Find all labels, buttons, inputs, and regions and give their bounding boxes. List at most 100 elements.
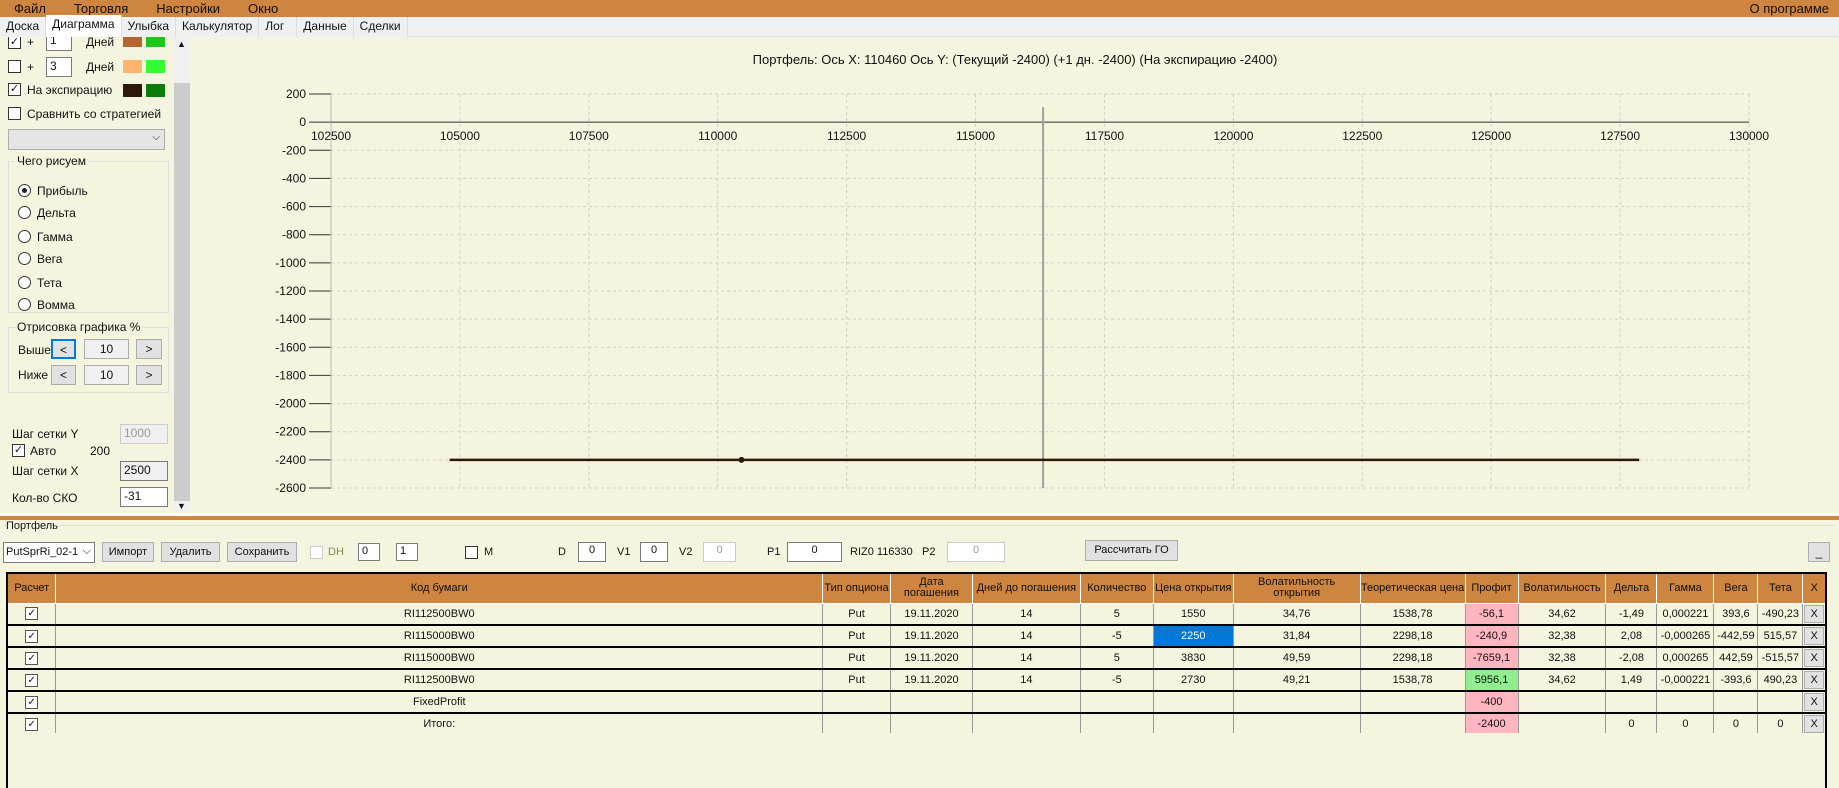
cell-col-11[interactable]: 2,08 xyxy=(1605,625,1658,648)
cell-col-1[interactable]: RI112500BW0 xyxy=(55,603,824,626)
tab-calculator[interactable]: Калькулятор xyxy=(176,17,260,37)
cell-col-4[interactable]: 14 xyxy=(972,669,1081,692)
cell-col-3[interactable] xyxy=(890,691,973,714)
import-button[interactable]: Импорт xyxy=(102,542,154,562)
cell-col-14[interactable]: -515,57 xyxy=(1757,647,1804,670)
plus3-day-checkbox[interactable] xyxy=(8,60,21,73)
cell-col-2[interactable]: Put xyxy=(822,603,891,626)
cell-col-1[interactable]: RI112500BW0 xyxy=(55,669,824,692)
cell-col-9[interactable]: -7659,1 xyxy=(1465,647,1519,670)
cell-col-14[interactable]: 515,57 xyxy=(1757,625,1804,648)
remove-row-button[interactable]: X xyxy=(1804,693,1825,711)
cell-col-11[interactable]: -2,08 xyxy=(1605,647,1658,670)
calc-checkbox-cell[interactable]: ✓ xyxy=(7,603,57,626)
cell-col-2[interactable]: Put xyxy=(822,625,891,648)
cell-col-10[interactable]: 34,62 xyxy=(1518,603,1607,626)
table-row[interactable]: ✓ RI112500BW0 Put 19.11.2020 14 -5 2730 49,21 15… xyxy=(7,669,1827,692)
table-row[interactable]: ✓ RI115000BW0 Put 19.11.2020 14 -5 2250 31,84 22… xyxy=(7,625,1827,648)
table-row[interactable]: ✓ RI112500BW0 Put 19.11.2020 14 5 1550 34,76 153… xyxy=(7,603,1827,626)
calc-checkbox-cell[interactable]: ✓ xyxy=(7,691,57,714)
column-header[interactable]: Волатильность открытия xyxy=(1232,572,1361,604)
cell-col-8[interactable]: 2298,18 xyxy=(1360,647,1466,670)
color-swatch[interactable] xyxy=(146,37,165,47)
menu-trade[interactable]: Торговля xyxy=(60,1,142,16)
cell-col-10[interactable]: 34,62 xyxy=(1518,669,1607,692)
remove-row-button[interactable]: X xyxy=(1804,604,1825,623)
cell-col-13[interactable]: -393,6 xyxy=(1713,669,1759,692)
column-header[interactable]: Дней до погашения xyxy=(971,572,1081,604)
cell-col-11[interactable] xyxy=(1605,691,1658,714)
cell-col-12[interactable]: -0,000265 xyxy=(1656,625,1715,648)
cell-col-1[interactable]: RI115000BW0 xyxy=(55,625,824,648)
cell-col-1[interactable]: Итого: xyxy=(55,713,824,736)
cell-col-7[interactable] xyxy=(1233,691,1361,714)
cell-col-6[interactable]: 1550 xyxy=(1153,603,1234,626)
cell-col-7[interactable]: 34,76 xyxy=(1233,603,1361,626)
scroll-down-icon[interactable]: ▼ xyxy=(177,501,186,511)
cell-col-7[interactable]: 49,59 xyxy=(1233,647,1361,670)
minimize-button[interactable]: _ xyxy=(1808,542,1830,562)
cell-col-10[interactable]: 32,38 xyxy=(1518,647,1607,670)
cell-col-9[interactable]: -240,9 xyxy=(1465,625,1519,648)
remove-row-button[interactable]: X xyxy=(1804,649,1825,667)
cell-col-2[interactable]: Put xyxy=(822,669,891,692)
days1-input[interactable]: 1 xyxy=(46,37,72,51)
cell-col-5[interactable]: -5 xyxy=(1080,669,1154,692)
cell-col-8[interactable]: 1538,78 xyxy=(1360,603,1466,626)
cell-col-4[interactable] xyxy=(972,691,1081,714)
cell-col-8[interactable] xyxy=(1360,713,1466,736)
cell-col-6[interactable]: 3830 xyxy=(1153,647,1234,670)
cell-col-5[interactable]: 5 xyxy=(1080,603,1154,626)
cell-col-7[interactable]: 49,21 xyxy=(1233,669,1361,692)
cell-col-2[interactable] xyxy=(822,691,891,714)
tab-diagram[interactable]: Диаграмма xyxy=(46,15,122,37)
column-header[interactable]: Тип опциона xyxy=(822,572,891,604)
calc-checkbox[interactable]: ✓ xyxy=(25,607,39,621)
column-header[interactable]: Гамма xyxy=(1656,572,1715,604)
table-row[interactable]: ✓ Итого: -2400 0 0 0 0 X xyxy=(7,713,1827,736)
menu-window[interactable]: Окно xyxy=(234,1,292,16)
strategy-compare-combo[interactable]: ⌵ xyxy=(8,129,165,150)
radio-0[interactable] xyxy=(18,184,31,197)
cell-col-13[interactable]: 393,6 xyxy=(1713,603,1759,626)
cell-col-4[interactable]: 14 xyxy=(972,625,1081,648)
cell-col-9[interactable]: -400 xyxy=(1465,691,1519,714)
settings-scrollbar[interactable]: ▲ ▼ xyxy=(174,37,190,513)
radio-2[interactable] xyxy=(18,230,31,243)
cell-col-13[interactable]: -442,59 xyxy=(1713,625,1759,648)
cell-col-14[interactable]: -490,23 xyxy=(1757,603,1804,626)
panel-splitter[interactable] xyxy=(0,513,1839,520)
cell-col-10[interactable]: 32,38 xyxy=(1518,625,1607,648)
profit-chart[interactable]: Портфель: Ось X: 110460 Ось Y: (Текущий … xyxy=(190,37,1839,513)
v2-input[interactable]: 0 xyxy=(703,542,736,562)
cell-col-12[interactable]: 0,000221 xyxy=(1656,603,1715,626)
color-swatch[interactable] xyxy=(146,84,165,97)
calc-checkbox-cell[interactable]: ✓ xyxy=(7,625,57,648)
remove-row-button[interactable]: X xyxy=(1804,671,1825,689)
strategy-select[interactable]: PutSprRi_02-1 ⌵ xyxy=(3,542,95,563)
cell-col-8[interactable]: 1538,78 xyxy=(1360,669,1466,692)
p2-input[interactable]: 0 xyxy=(947,542,1005,562)
compare-checkbox[interactable] xyxy=(8,107,21,120)
cell-col-14[interactable] xyxy=(1757,691,1804,714)
scroll-up-icon[interactable]: ▲ xyxy=(177,39,186,49)
cell-col-10[interactable] xyxy=(1518,691,1607,714)
column-header[interactable]: Вега xyxy=(1713,572,1759,604)
tab-deals[interactable]: Сделки xyxy=(353,17,408,37)
column-header[interactable]: Тета xyxy=(1757,572,1804,604)
cell-col-1[interactable]: RI115000BW0 xyxy=(55,647,824,670)
spinner-2[interactable]: 1 xyxy=(396,543,418,561)
cell-col-3[interactable]: 19.11.2020 xyxy=(890,647,973,670)
cell-col-6[interactable] xyxy=(1153,713,1234,736)
m-checkbox[interactable] xyxy=(465,546,478,559)
radio-5[interactable] xyxy=(18,298,31,311)
remove-row-button[interactable]: X xyxy=(1804,627,1825,645)
cell-col-8[interactable]: 2298,18 xyxy=(1360,625,1466,648)
dh-checkbox[interactable] xyxy=(310,546,323,559)
cell-col-5[interactable]: 5 xyxy=(1080,647,1154,670)
cell-col-1[interactable]: FixedProfit xyxy=(55,691,824,714)
cell-col-3[interactable]: 19.11.2020 xyxy=(890,669,973,692)
radio-4[interactable] xyxy=(18,276,31,289)
p1-input[interactable]: 0 xyxy=(787,542,842,562)
cell-col-7[interactable] xyxy=(1233,713,1361,736)
